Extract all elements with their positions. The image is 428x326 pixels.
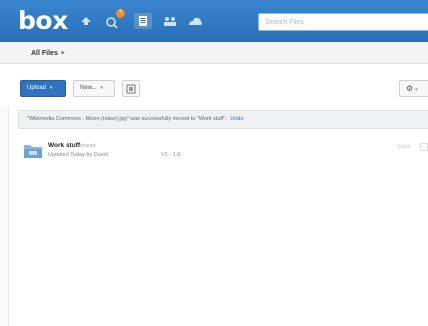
chevron-down-icon: ▾ xyxy=(415,87,418,93)
files-icon[interactable] xyxy=(134,13,152,29)
item-updated-info: Updated Today by David xyxy=(48,152,108,158)
bookmark-icon xyxy=(126,84,136,94)
cloud-icon[interactable] xyxy=(186,13,204,29)
move-notification: "Wikimedia Commons - Moon (noise).jpg" w… xyxy=(18,110,428,129)
chevron-down-icon: ▾ xyxy=(60,50,65,57)
folder-icon xyxy=(23,142,43,159)
new-label: New... xyxy=(80,85,97,91)
people-icon[interactable] xyxy=(161,13,179,29)
upload-label: Upload xyxy=(27,85,47,91)
bookmark-button[interactable] xyxy=(122,80,140,97)
all-files-label: All Files xyxy=(31,50,58,57)
notification-message: "Wikimedia Commons - Moon (noise).jpg" w… xyxy=(27,116,227,122)
all-files-menu[interactable]: All Files ▾ xyxy=(31,49,64,57)
inbox-icon[interactable] xyxy=(77,13,95,29)
upload-button[interactable]: Upload ▾ xyxy=(20,80,66,97)
item-name[interactable]: Work stuff xyxy=(48,142,80,149)
search-input[interactable] xyxy=(258,13,428,31)
chevron-down-icon: ▾ xyxy=(49,85,53,91)
list-item[interactable]: Work stuff shared Updated Today by David… xyxy=(18,136,428,166)
row-checkbox[interactable] xyxy=(420,143,428,151)
top-navigation-bar: box 3 xyxy=(0,0,428,42)
shared-badge: shared xyxy=(80,143,96,149)
folder-bar: All Files ▾ xyxy=(0,42,428,64)
settings-button[interactable]: ⚙ ▾ xyxy=(399,80,428,97)
undo-link[interactable]: Undo xyxy=(230,116,243,122)
item-version: V1 · 1.0 xyxy=(161,152,181,158)
share-link[interactable]: Share xyxy=(397,144,410,150)
chevron-down-icon: ▾ xyxy=(100,85,103,91)
box-logo[interactable]: box xyxy=(18,6,68,35)
new-button[interactable]: New... ▾ xyxy=(73,80,115,97)
notification-badge: 3 xyxy=(116,9,125,18)
gear-icon: ⚙ xyxy=(406,84,414,93)
